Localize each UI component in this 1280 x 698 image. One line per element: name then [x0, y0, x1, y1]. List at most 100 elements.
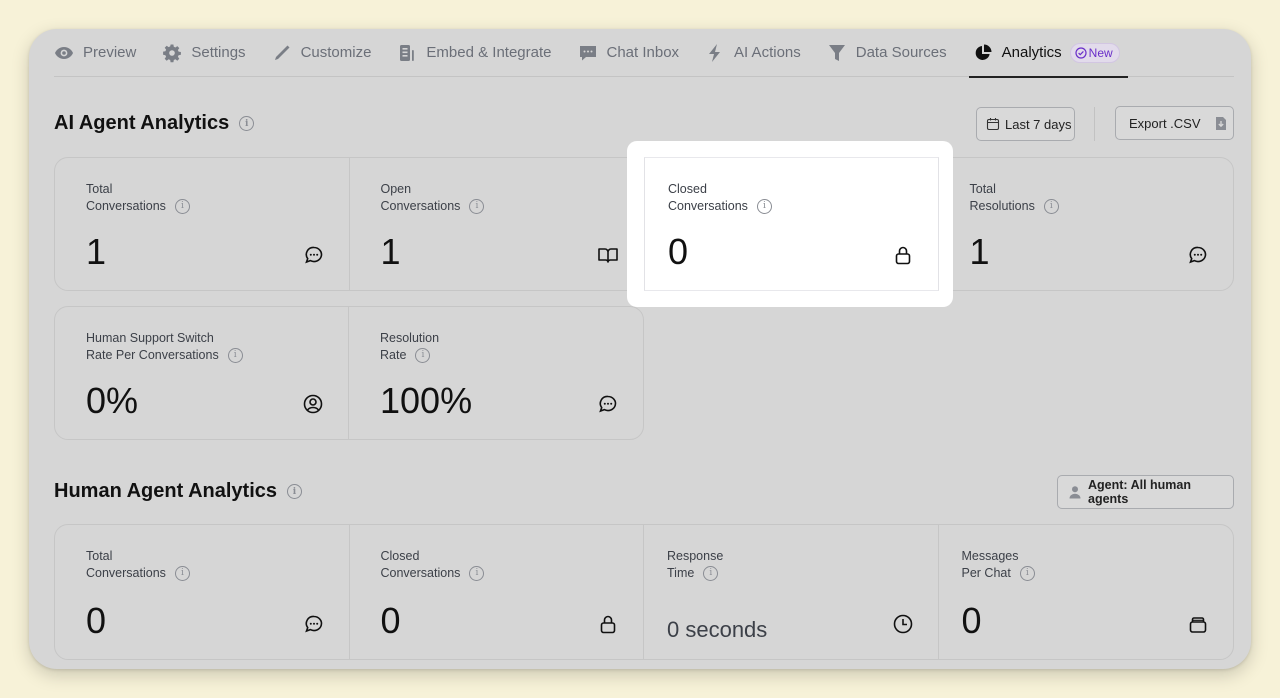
info-icon[interactable]: i: [703, 566, 719, 581]
tab-label: Preview: [83, 44, 137, 61]
chat-dots-icon: [1187, 244, 1209, 266]
tab-chat-inbox[interactable]: Chat Inbox: [578, 29, 680, 77]
info-icon[interactable]: i: [1019, 566, 1035, 581]
tab-label: Chat Inbox: [606, 44, 680, 61]
info-icon[interactable]: i: [469, 199, 485, 214]
agent-filter-label: Agent: All human agents: [1088, 478, 1192, 506]
metric-label: Total Resolutions i: [970, 181, 1059, 215]
info-icon[interactable]: i: [756, 199, 772, 214]
section-title-text: Human Agent Analytics: [54, 480, 277, 502]
metric-label: Closed Conversations i: [381, 548, 485, 582]
metric-label-line1: Response: [667, 549, 724, 563]
metric-value: 0%: [86, 380, 139, 421]
inbox-stack-icon: [1187, 613, 1209, 635]
metric-value: 1: [969, 231, 990, 272]
tab-analytics[interactable]: Analytics New: [968, 29, 1128, 78]
tab-embed-integrate[interactable]: Embed & Integrate: [397, 29, 552, 77]
metric-card-human-support-switch-rate: Human Support Switch Rate Per Conversati…: [55, 307, 349, 439]
metric-card-messages-per-chat: Messages Per Chat i 0: [939, 525, 1234, 659]
chat-dots-icon: [303, 244, 325, 266]
info-icon[interactable]: i: [174, 566, 190, 581]
tab-label: Data Sources: [855, 44, 947, 61]
info-icon[interactable]: i: [174, 199, 190, 214]
user-circle-icon: [302, 393, 324, 415]
metric-label: Resolution Rate i: [380, 330, 439, 364]
metric-label-line1: Total: [969, 182, 996, 196]
open-book-icon: [597, 244, 619, 266]
metric-card-human-closed-conversations: Closed Conversations i 0: [350, 525, 644, 659]
human-agent-analytics-title: Human Agent Analytics i: [54, 480, 302, 503]
chat-dots-icon: [597, 393, 619, 415]
metric-card-human-total-conversations: Total Conversations i 0: [55, 525, 350, 659]
top-tab-bar: Preview Settings Customize Embed & Integ…: [54, 29, 1234, 78]
tab-label: Analytics: [1001, 44, 1062, 61]
metric-card-response-time: Response Time i 0 seconds: [644, 525, 939, 659]
metric-label-line1: Human Support Switch: [86, 331, 214, 345]
tab-customize[interactable]: Customize: [272, 29, 372, 77]
new-badge: New: [1069, 42, 1120, 63]
embed-icon: [397, 43, 417, 63]
metric-label-line1: Total: [86, 549, 113, 563]
info-icon[interactable]: i: [415, 348, 431, 363]
info-icon[interactable]: i: [239, 116, 255, 131]
metric-card-closed-conversations[interactable]: Closed Conversations i 0: [644, 157, 939, 291]
info-icon[interactable]: i: [227, 348, 243, 363]
metric-card-total-conversations: Total Conversations i 1: [55, 158, 350, 290]
clock-icon: [892, 613, 914, 635]
metric-value: 0: [668, 231, 689, 272]
human-metrics-row: Total Conversations i 0 Closed Conversati…: [54, 524, 1234, 660]
metric-label-line2: Conversations: [380, 566, 461, 580]
info-icon[interactable]: i: [469, 566, 485, 581]
metric-label: Response Time i: [667, 548, 723, 582]
info-icon[interactable]: i: [1043, 199, 1059, 214]
metric-label-line2: Per Chat: [961, 566, 1011, 580]
tab-settings[interactable]: Settings: [162, 29, 246, 77]
tab-label: AI Actions: [734, 44, 801, 61]
tab-label: Settings: [191, 44, 246, 61]
metric-value: 0: [961, 600, 982, 641]
tab-preview[interactable]: Preview: [54, 29, 136, 77]
date-range-label: Last 7 days: [1005, 116, 1072, 132]
metric-label-line1: Open: [380, 182, 412, 196]
chat-dots-icon: [303, 613, 325, 635]
metric-label-line1: Closed: [380, 549, 420, 563]
metric-value: 100%: [380, 380, 473, 421]
highlighted-card-spotlight: Closed Conversations i 0: [627, 141, 953, 307]
tab-label: Customize: [300, 44, 372, 61]
badge-label: New: [1088, 45, 1113, 60]
ai-agent-analytics-title: AI Agent Analytics i: [54, 112, 255, 135]
metric-label: Messages Per Chat i: [962, 548, 1035, 582]
export-csv-button[interactable]: Export .CSV: [1115, 106, 1234, 140]
section-title-text: AI Agent Analytics: [54, 112, 230, 134]
tab-label: Embed & Integrate: [426, 44, 552, 61]
lightning-icon: [705, 43, 725, 63]
lock-icon: [892, 244, 914, 266]
chat-bubble-icon: [578, 43, 598, 63]
analytics-window: Preview Settings Customize Embed & Integ…: [29, 29, 1251, 669]
metric-card-open-conversations: Open Conversations i 1: [350, 158, 644, 290]
info-icon[interactable]: i: [287, 484, 302, 499]
metric-label: Total Conversations i: [86, 548, 190, 582]
tab-data-sources[interactable]: Data Sources: [827, 29, 947, 77]
metric-label-line1: Messages: [961, 549, 1019, 563]
metric-value: 0: [86, 600, 107, 641]
metric-card-resolution-rate: Resolution Rate i 100%: [349, 307, 643, 439]
toolbar-divider: [1094, 107, 1095, 141]
metric-card-body: Closed Conversations i 0: [645, 158, 938, 290]
metric-label-line2: Conversations: [86, 199, 166, 213]
tab-ai-actions[interactable]: AI Actions: [705, 29, 801, 77]
metric-value: 0 seconds: [667, 617, 768, 642]
file-download-icon: [1215, 116, 1226, 130]
metric-label: Closed Conversations i: [668, 181, 772, 215]
eye-icon: [54, 43, 74, 63]
metric-label-line2: Conversations: [668, 199, 748, 213]
agent-filter-button[interactable]: Agent: All human agents: [1057, 475, 1234, 509]
metric-value: 1: [380, 231, 401, 272]
metric-label-line2: Rate Per Conversations: [86, 348, 219, 362]
metric-label: Total Conversations i: [86, 181, 190, 215]
date-range-button[interactable]: Last 7 days: [976, 107, 1075, 141]
gear-icon: [162, 43, 182, 63]
metric-label-line1: Resolution: [380, 331, 440, 345]
metric-label-line2: Conversations: [380, 199, 461, 213]
calendar-icon: [986, 118, 1000, 131]
